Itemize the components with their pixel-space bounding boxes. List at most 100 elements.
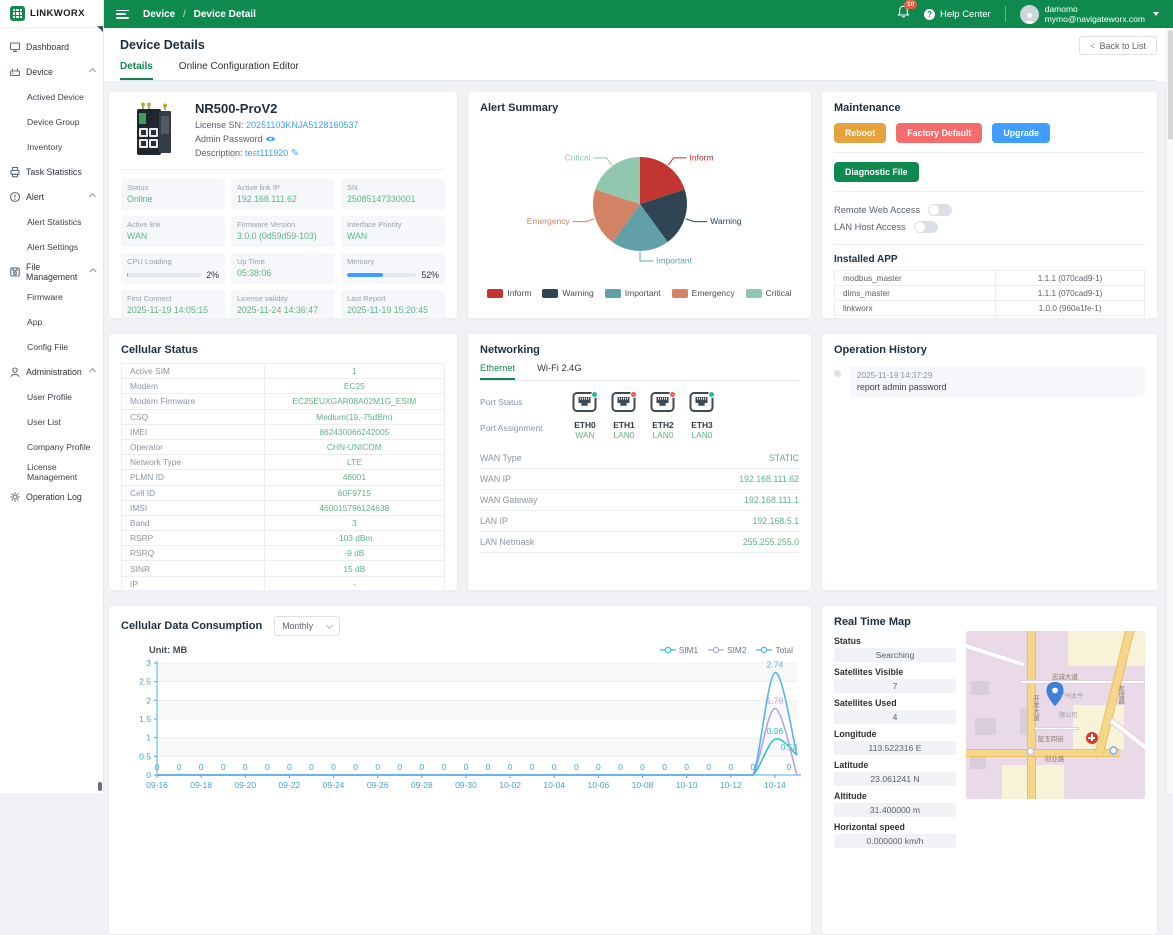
upgrade-button[interactable]: Upgrade [992, 123, 1050, 143]
cellular-row-active-sim: Active SIM1 [122, 364, 444, 379]
series-line-total [157, 673, 797, 775]
sidebar-item-alert-statistics[interactable]: Alert Statistics [0, 209, 103, 234]
sidebar-item-alert-settings[interactable]: Alert Settings [0, 234, 103, 259]
stat-sn: SN25085147330001 [341, 179, 445, 210]
sidebar-collapse-handle[interactable] [97, 26, 103, 32]
stat-first-connect: First Connect2025-11-19 14:05:15 [121, 290, 225, 319]
stat-last-report: Last Report2025-11-19 15:20:45 [341, 290, 445, 319]
cellular-status-card: Cellular Status Active SIM1ModemEC25Mode… [108, 333, 458, 591]
maintenance-card: Maintenance RebootFactory DefaultUpgrade… [821, 91, 1158, 319]
point-label: 0 [177, 762, 182, 772]
legend-item-important[interactable]: Important [605, 288, 661, 298]
sidebar-item-device-group[interactable]: Device Group [0, 109, 103, 134]
edit-icon[interactable]: ✎ [291, 148, 299, 159]
point-label: 0.96 [767, 726, 784, 736]
sidebar-item-administration[interactable]: Administration [0, 359, 103, 384]
brand[interactable]: LINKWORX [0, 0, 103, 28]
sidebar-item-firmware[interactable]: Firmware [0, 284, 103, 309]
point-label: 0 [706, 762, 711, 772]
period-select[interactable]: Monthly [274, 616, 340, 636]
lan-host-access-toggle[interactable] [914, 221, 938, 233]
sidebar-item-inventory[interactable]: Inventory [0, 134, 103, 159]
sidebar-item-company-profile[interactable]: Company Profile [0, 434, 103, 459]
sidebar-item-actived-device[interactable]: Actived Device [0, 84, 103, 109]
access-toggles: Remote Web AccessLAN Host Access [834, 201, 1145, 235]
sidebar-scrollbar-thumb[interactable] [98, 782, 102, 791]
diagnostic-file-button[interactable]: Diagnostic File [834, 162, 919, 182]
cellular-row-operator: OperatorCHN-UNICOM [122, 440, 444, 455]
tab-ethernet[interactable]: Ethernet [480, 363, 515, 380]
sidebar-item-task-statistics[interactable]: Task Statistics [0, 159, 103, 184]
breadcrumb-device[interactable]: Device [143, 9, 175, 20]
point-label: 0.53 [781, 742, 798, 752]
admin-password-label: Admin Password [195, 134, 263, 144]
point-label: 0 [508, 762, 513, 772]
sidebar-item-license-management[interactable]: License Management [0, 459, 103, 484]
sidebar-item-user-list[interactable]: User List [0, 409, 103, 434]
cellular-row-modem: ModemEC25 [122, 379, 444, 394]
point-label: 0 [728, 762, 733, 772]
timeline-dot-icon [834, 370, 841, 377]
legend-item-inform[interactable]: Inform [487, 288, 531, 298]
tab-wifi-24g[interactable]: Wi-Fi 2.4G [537, 363, 581, 380]
legend-item-critical[interactable]: Critical [746, 288, 792, 298]
svg-text:09-28: 09-28 [411, 780, 433, 790]
port-eth0: ETH0WAN [572, 391, 598, 440]
remote-web-access-toggle[interactable] [928, 204, 952, 216]
point-label: 0 [287, 762, 292, 772]
tab-online-configuration-editor[interactable]: Online Configuration Editor [179, 61, 299, 80]
gps-field-value: Searching [834, 648, 956, 662]
reboot-button[interactable]: Reboot [834, 123, 886, 143]
legend-item-sim1[interactable]: SIM1 [660, 645, 698, 655]
line-legend: SIM1 SIM2 Total [660, 645, 793, 655]
eye-icon[interactable] [265, 135, 276, 143]
breadcrumb-device-detail[interactable]: Device Detail [194, 9, 256, 20]
legend-item-sim2[interactable]: SIM2 [708, 645, 746, 655]
user-menu[interactable]: damomo mymo@navigateworx.com [1020, 4, 1159, 24]
back-to-list-button[interactable]: <Back to List [1079, 36, 1157, 55]
point-label: 0 [221, 762, 226, 772]
help-center-button[interactable]: ? Help Center [924, 9, 991, 20]
cellular-row-imei: IMEI862430066242005 [122, 425, 444, 440]
svg-text:09-20: 09-20 [234, 780, 256, 790]
point-label: 0 [662, 762, 667, 772]
sidebar-item-file-management[interactable]: File Management [0, 259, 103, 284]
sidebar-item-user-profile[interactable]: User Profile [0, 384, 103, 409]
progress-bar [347, 273, 416, 277]
page-scrollbar-thumb[interactable] [1168, 30, 1173, 140]
svg-text:3: 3 [146, 658, 151, 668]
legend-item-emergency[interactable]: Emergency [672, 288, 735, 298]
page-header: Device Details Details Online Configurat… [104, 28, 1173, 81]
location-pin-icon[interactable] [1045, 681, 1065, 708]
real-time-map-title: Real Time Map [834, 616, 1145, 628]
legend-item-total[interactable]: Total [756, 645, 793, 655]
tab-details[interactable]: Details [120, 61, 153, 80]
stat-cpu-loading: CPU Loading2% [121, 253, 225, 284]
sidebar-item-config-file[interactable]: Config File [0, 334, 103, 359]
point-label: 0 [750, 762, 755, 772]
factory-default-button[interactable]: Factory Default [896, 123, 982, 143]
sidebar-item-alert[interactable]: Alert [0, 184, 103, 209]
point-label: 0 [486, 762, 491, 772]
menu-toggle-icon[interactable] [116, 10, 129, 19]
help-center-label: Help Center [940, 9, 991, 20]
stat-status: StatusOnline [121, 179, 225, 210]
svg-text:10-06: 10-06 [588, 780, 610, 790]
point-label: 0 [464, 762, 469, 772]
sidebar-item-device[interactable]: Device [0, 59, 103, 84]
point-label: 0 [552, 762, 557, 772]
gps-field-label: Satellites Visible [834, 667, 956, 677]
description-value: test111920 [245, 148, 288, 158]
map[interactable]: 志诚大道 开发大道 创业路 友谊路 蓝玉四街 广州太平 限公司 [966, 631, 1145, 799]
cellular-row-cell-id: Cell ID60F9715 [122, 486, 444, 501]
cellular-row-network-type: Network TypeLTE [122, 455, 444, 470]
sidebar-item-dashboard[interactable]: Dashboard [0, 34, 103, 59]
point-label: 1.78 [767, 696, 784, 706]
data-consumption-card: Cellular Data Consumption Monthly Unit: … [108, 605, 812, 935]
sidebar-item-app[interactable]: App [0, 309, 103, 334]
point-label: 0 [397, 762, 402, 772]
ethernet-port-icon [650, 391, 676, 413]
legend-item-warning[interactable]: Warning [542, 288, 593, 298]
sidebar-item-operation-log[interactable]: Operation Log [0, 484, 103, 509]
notifications-button[interactable]: 10 [897, 5, 910, 24]
